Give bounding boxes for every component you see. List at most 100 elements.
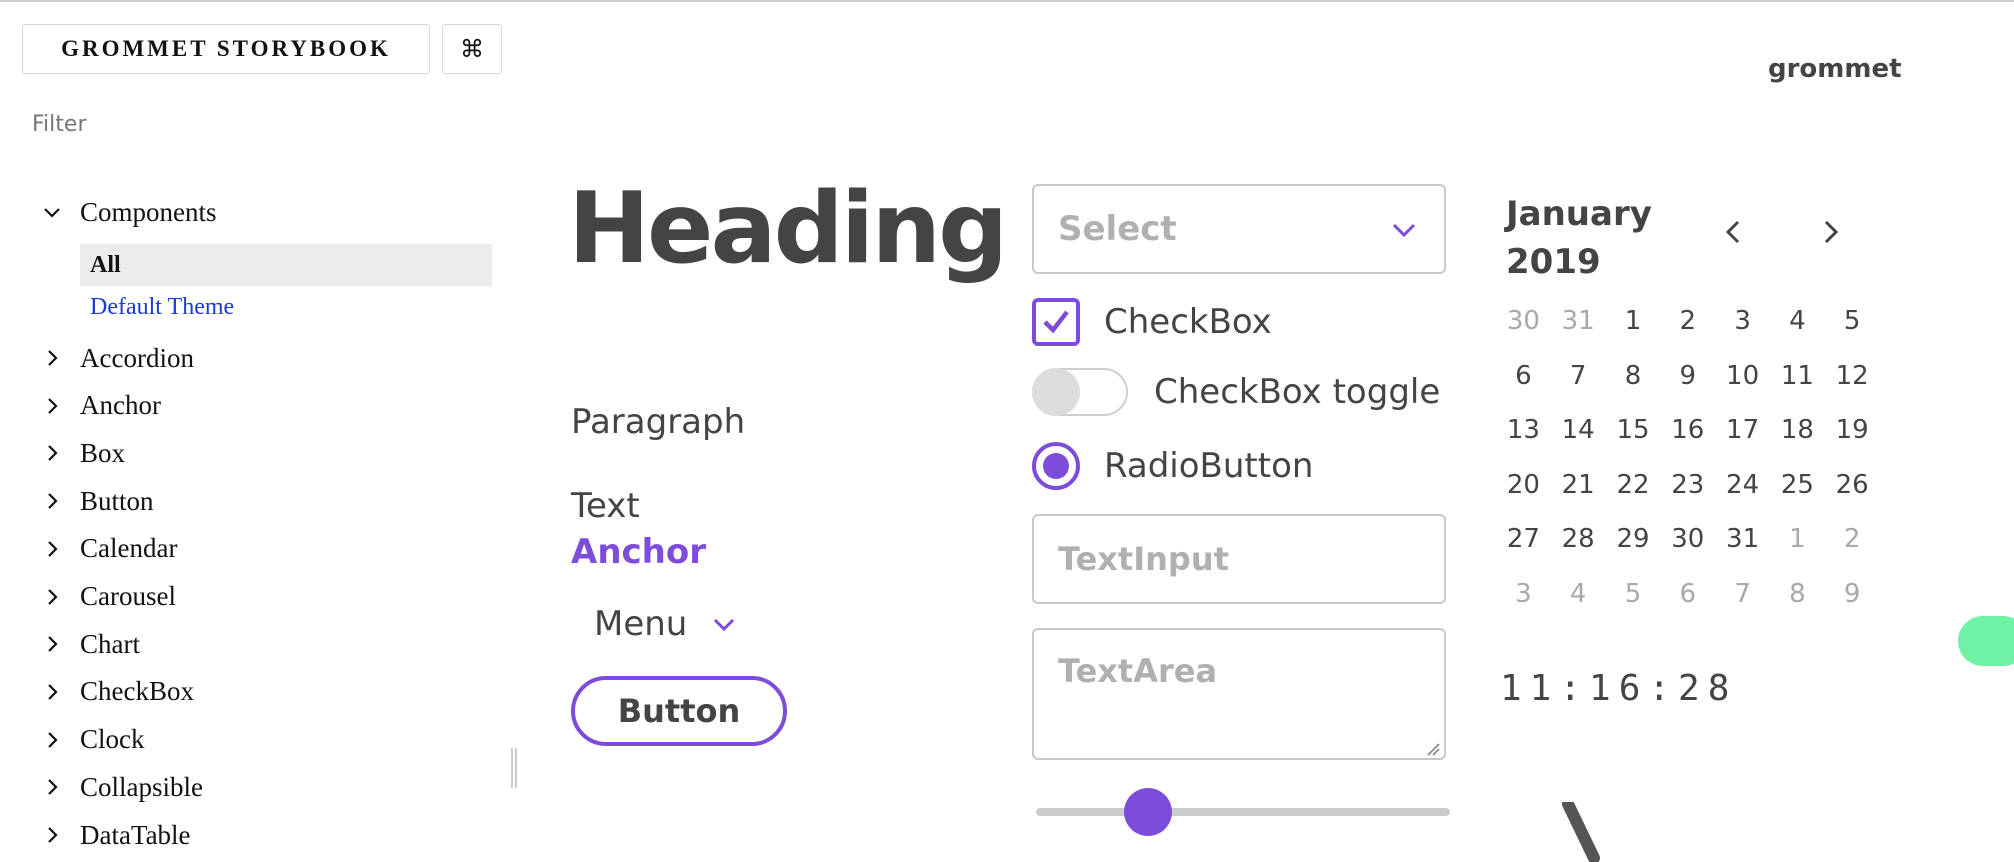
menu-label: Menu (594, 604, 688, 644)
calendar-day[interactable]: 17 (1715, 403, 1770, 458)
calendar-day[interactable]: 9 (1660, 349, 1715, 404)
chevron-down-icon (714, 618, 735, 632)
calendar-day[interactable]: 31 (1715, 512, 1770, 567)
tree-item-clock[interactable]: Clock (42, 720, 145, 760)
calendar-day[interactable]: 1 (1606, 294, 1661, 349)
checkmark-icon (1043, 310, 1069, 334)
calendar-day[interactable]: 18 (1770, 403, 1825, 458)
calendar-day[interactable]: 4 (1770, 294, 1825, 349)
toggle-track[interactable] (1032, 368, 1128, 416)
tree-item-calendar[interactable]: Calendar (42, 529, 177, 569)
tree-item-checkbox[interactable]: CheckBox (42, 672, 194, 712)
chevron-right-icon (1824, 220, 1839, 244)
calendar-month-title: January 2019 (1506, 190, 1652, 286)
tree-item-label: Accordion (80, 342, 194, 373)
calendar-day[interactable]: 27 (1496, 512, 1551, 567)
checkbox-toggle[interactable]: CheckBox toggle (1032, 368, 1440, 416)
notification-pill[interactable] (1958, 616, 2014, 666)
calendar-day[interactable]: 30 (1660, 512, 1715, 567)
tree-item-label: Chart (80, 628, 140, 659)
radio-ring[interactable] (1032, 442, 1080, 490)
text-sample: Text (571, 486, 640, 526)
tree-item-collapsible[interactable]: Collapsible (42, 767, 203, 807)
calendar-day[interactable]: 3 (1496, 567, 1551, 622)
calendar-day[interactable]: 20 (1496, 458, 1551, 513)
tree-item-chart[interactable]: Chart (42, 624, 140, 664)
calendar-day[interactable]: 9 (1825, 567, 1880, 622)
tree-item-carousel[interactable]: Carousel (42, 577, 176, 617)
text-input[interactable] (1032, 514, 1446, 604)
calendar-day[interactable]: 11 (1770, 349, 1825, 404)
tree-item-datatable[interactable]: DataTable (42, 815, 191, 855)
select-dropdown[interactable]: Select (1032, 184, 1446, 274)
calendar-day[interactable]: 23 (1660, 458, 1715, 513)
calendar-next-button[interactable] (1810, 212, 1850, 252)
calendar-day[interactable]: 30 (1496, 294, 1551, 349)
calendar-day[interactable]: 2 (1825, 512, 1880, 567)
tree-item-button[interactable]: Button (42, 481, 154, 521)
brand-label: grommet (1768, 54, 1902, 84)
sidebar-resize-handle[interactable] (511, 748, 517, 788)
calendar-day[interactable]: 3 (1715, 294, 1770, 349)
tree-item-label: Collapsible (80, 771, 203, 802)
calendar-day[interactable]: 5 (1825, 294, 1880, 349)
calendar-day[interactable]: 7 (1551, 349, 1606, 404)
calendar-day[interactable]: 2 (1660, 294, 1715, 349)
menu-button[interactable]: Menu (594, 604, 739, 644)
radio-button[interactable]: RadioButton (1032, 442, 1313, 490)
calendar-day[interactable]: 26 (1825, 458, 1880, 513)
calendar-day[interactable]: 31 (1551, 294, 1606, 349)
sample-button[interactable]: Button (571, 676, 787, 746)
tree-item-components[interactable]: Components (42, 192, 217, 232)
tree-item-anchor[interactable]: Anchor (42, 386, 161, 426)
chevron-right-icon (42, 587, 80, 607)
checkbox[interactable]: CheckBox (1032, 298, 1272, 346)
calendar-day[interactable]: 6 (1496, 349, 1551, 404)
calendar-day[interactable]: 7 (1715, 567, 1770, 622)
calendar-day[interactable]: 21 (1551, 458, 1606, 513)
calendar-day[interactable]: 24 (1715, 458, 1770, 513)
calendar-day[interactable]: 5 (1606, 567, 1661, 622)
tree-item-default-theme[interactable]: Default Theme (80, 286, 492, 328)
chevron-right-icon (42, 682, 80, 702)
calendar-day[interactable]: 19 (1825, 403, 1880, 458)
calendar-day[interactable]: 22 (1606, 458, 1661, 513)
tree-item-label: Anchor (80, 390, 161, 421)
toggle-label: CheckBox toggle (1154, 372, 1441, 412)
tree-item-all[interactable]: All (80, 244, 492, 286)
filter-input[interactable] (30, 106, 414, 142)
calendar-day[interactable]: 29 (1606, 512, 1661, 567)
tree-item-box[interactable]: Box (42, 433, 125, 473)
keyboard-shortcuts-button[interactable]: ⌘ (442, 24, 502, 74)
calendar-day[interactable]: 16 (1660, 403, 1715, 458)
calendar-day[interactable]: 8 (1770, 567, 1825, 622)
tree-item-accordion[interactable]: Accordion (42, 338, 194, 378)
calendar-day[interactable]: 12 (1825, 349, 1880, 404)
storybook-title[interactable]: GROMMET STORYBOOK (22, 24, 430, 74)
calendar-prev-button[interactable] (1714, 212, 1754, 252)
calendar-day[interactable]: 15 (1606, 403, 1661, 458)
resize-grip-icon[interactable] (1424, 740, 1440, 756)
calendar-day[interactable]: 13 (1496, 403, 1551, 458)
calendar-day[interactable]: 10 (1715, 349, 1770, 404)
toggle-knob (1032, 368, 1080, 416)
chevron-right-icon (42, 777, 80, 797)
calendar-day[interactable]: 28 (1551, 512, 1606, 567)
calendar-day[interactable]: 6 (1660, 567, 1715, 622)
tree-item-label: Clock (80, 724, 145, 755)
calendar-day[interactable]: 4 (1551, 567, 1606, 622)
paragraph-sample: Paragraph (571, 402, 746, 442)
text-area[interactable] (1032, 628, 1446, 760)
range-slider-thumb[interactable] (1123, 788, 1172, 836)
radio-dot (1043, 453, 1069, 479)
calendar-day[interactable]: 1 (1770, 512, 1825, 567)
chevron-down-icon (1392, 223, 1416, 238)
calendar-day[interactable]: 8 (1606, 349, 1661, 404)
calendar-day[interactable]: 14 (1551, 403, 1606, 458)
range-slider-track[interactable] (1036, 808, 1450, 816)
anchor-link[interactable]: Anchor (571, 532, 706, 572)
checkbox-box[interactable] (1032, 298, 1080, 346)
calendar-day[interactable]: 25 (1770, 458, 1825, 513)
checkbox-label: CheckBox (1104, 302, 1272, 342)
chevron-right-icon (42, 634, 80, 654)
